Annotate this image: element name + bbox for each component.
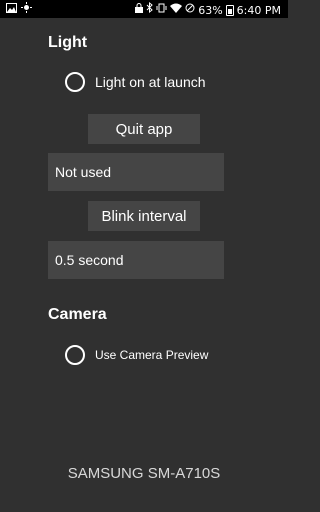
blink-interval-button[interactable]: Blink interval — [88, 201, 200, 231]
light-on-launch-option[interactable]: Light on at launch — [65, 72, 206, 92]
brightness-icon — [21, 2, 32, 18]
status-left-icons — [6, 2, 32, 18]
battery-icon — [225, 4, 234, 16]
battery-percent: 63% — [198, 3, 223, 17]
camera-preview-label: Use Camera Preview — [95, 348, 209, 362]
status-bar: 63% 6:40 PM — [0, 0, 288, 18]
light-on-launch-label: Light on at launch — [95, 74, 206, 90]
light-section-title: Light — [48, 34, 88, 51]
blink-interval-value-field[interactable]: 0.5 second — [48, 241, 224, 279]
quit-app-value-field[interactable]: Not used — [48, 153, 224, 191]
status-right: 63% 6:40 PM — [135, 1, 281, 18]
gallery-icon — [6, 2, 17, 18]
bluetooth-icon — [146, 1, 153, 18]
dnd-icon — [185, 3, 195, 18]
device-name: SAMSUNG SM-A710S — [67, 465, 221, 482]
vibrate-icon — [156, 3, 167, 18]
camera-preview-radio[interactable] — [65, 345, 85, 365]
light-on-launch-radio[interactable] — [65, 72, 85, 92]
quit-app-button[interactable]: Quit app — [88, 114, 200, 144]
wifi-icon — [170, 3, 183, 18]
status-time: 6:40 PM — [236, 3, 281, 17]
camera-section-title: Camera — [48, 306, 107, 323]
lock-icon — [135, 2, 144, 18]
camera-preview-option[interactable]: Use Camera Preview — [65, 345, 208, 365]
